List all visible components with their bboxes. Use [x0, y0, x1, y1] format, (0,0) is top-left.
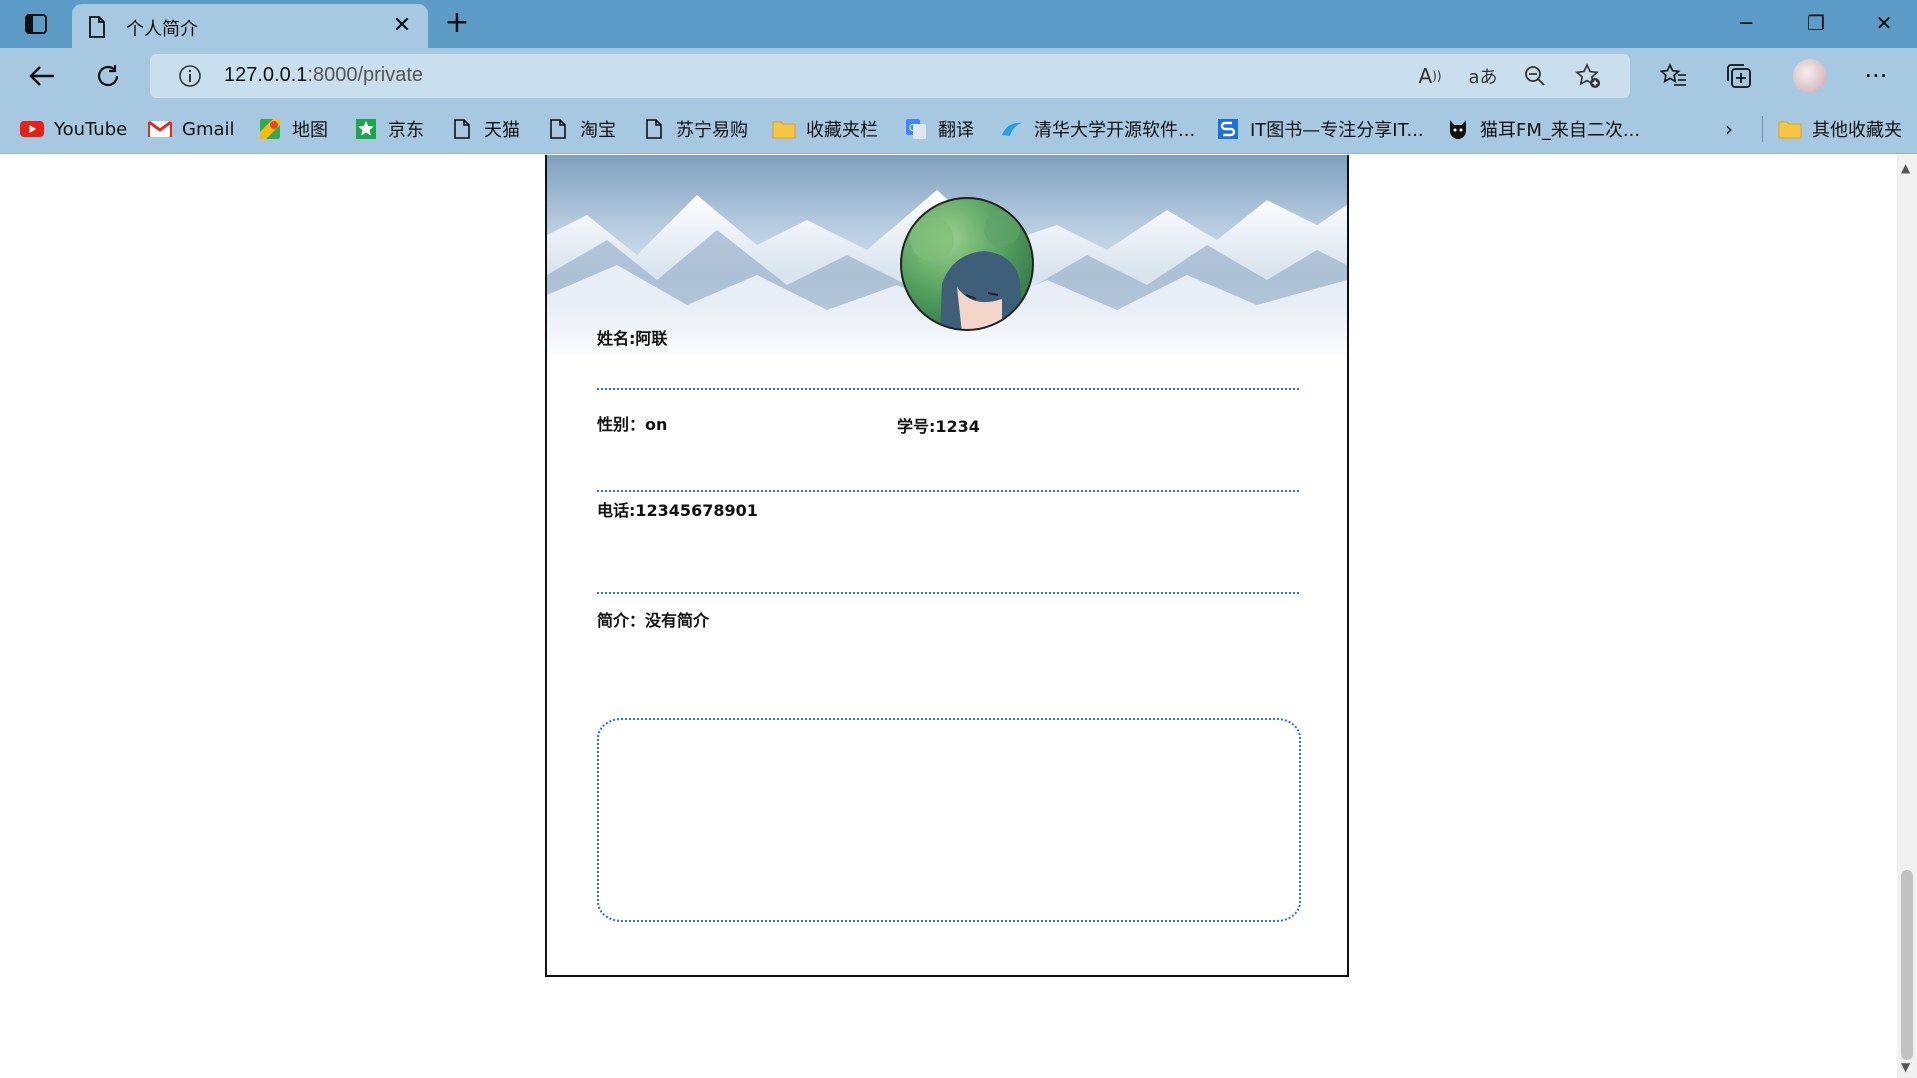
restore-button[interactable]: ❐: [1785, 0, 1847, 48]
url-host: 127.0.0.1: [224, 64, 308, 86]
bookmark-label: 苏宁易购: [676, 120, 748, 141]
back-button[interactable]: [22, 58, 62, 94]
itbook-icon: [1216, 118, 1240, 140]
close-tab-icon[interactable]: ✕: [388, 12, 416, 40]
bookmark-label: 其他收藏夹: [1812, 120, 1902, 141]
divider-3: [597, 592, 1299, 594]
bookmark-translate[interactable]: G 翻译: [904, 114, 974, 144]
url-text[interactable]: 127.0.0.1:8000/private: [224, 64, 423, 87]
tab-actions-button[interactable]: [18, 10, 54, 38]
bookmark-label: 天猫: [484, 120, 520, 141]
folder-icon: [1778, 118, 1802, 140]
bookmark-label: 地图: [292, 120, 328, 141]
gender-field: 性别：on: [597, 415, 668, 434]
bookmark-itbook[interactable]: IT图书—专注分享IT...: [1216, 114, 1424, 144]
scrollbar-thumb[interactable]: [1901, 870, 1913, 1060]
bookmark-taobao[interactable]: 淘宝: [546, 114, 616, 144]
toolbar: 127.0.0.1:8000/private A)) aあ ···: [0, 48, 1917, 104]
scroll-down-icon[interactable]: ▼: [1901, 1060, 1910, 1074]
bookmark-favorites-bar-folder[interactable]: 收藏夹栏: [772, 114, 878, 144]
tab-bar: 个人简介 ✕ + ─ ❐ ✕: [0, 0, 1917, 48]
bookmark-label: 清华大学开源软件...: [1034, 120, 1196, 141]
bookmark-youtube[interactable]: YouTube: [20, 114, 127, 144]
bookmark-label: 京东: [388, 120, 424, 141]
bookmark-label: 翻译: [938, 120, 974, 141]
translate-icon: G: [904, 118, 928, 140]
vertical-scrollbar[interactable]: ▲ ▼: [1897, 155, 1917, 1078]
page-icon: [546, 118, 570, 140]
tab-title: 个人简介: [126, 19, 198, 40]
gmail-icon: [148, 118, 172, 140]
profile-card: 姓名:阿联 性别：on 学号:1234 电话:12345678901 简介：没有…: [545, 155, 1349, 977]
bookmarks-divider: [1762, 116, 1763, 142]
more-bookmarks-chevron-icon[interactable]: ›: [1725, 114, 1733, 144]
url-path: :8000/private: [307, 64, 424, 86]
bookmark-label: 猫耳FM_来自二次...: [1480, 120, 1641, 141]
bookmark-maps[interactable]: 地图: [258, 114, 328, 144]
maps-icon: [258, 118, 282, 140]
intro-field: 简介：没有简介: [597, 611, 710, 630]
zoom-out-icon[interactable]: [1520, 63, 1550, 89]
other-favorites-folder[interactable]: 其他收藏夹: [1778, 114, 1902, 144]
bookmark-label: IT图书—专注分享IT...: [1250, 120, 1424, 141]
collections-icon: [1727, 64, 1751, 88]
read-aloud-icon[interactable]: A)): [1415, 63, 1445, 89]
address-bar[interactable]: 127.0.0.1:8000/private A)) aあ: [150, 54, 1630, 98]
phone-field: 电话:12345678901: [597, 501, 758, 520]
intro-textarea[interactable]: [597, 718, 1301, 922]
page-viewport: 姓名:阿联 性别：on 学号:1234 电话:12345678901 简介：没有…: [0, 155, 1897, 1078]
add-favorite-icon[interactable]: [1573, 63, 1603, 89]
bookmark-label: 收藏夹栏: [806, 120, 878, 141]
back-arrow-icon: [29, 66, 54, 86]
svg-text:G: G: [909, 123, 917, 134]
favorites-button[interactable]: [1654, 58, 1694, 94]
name-field: 姓名:阿联: [597, 329, 668, 348]
jd-icon: [354, 118, 378, 140]
folder-icon: [772, 118, 796, 140]
active-tab[interactable]: 个人简介 ✕: [72, 4, 428, 48]
minimize-button[interactable]: ─: [1715, 0, 1777, 48]
collections-button[interactable]: [1719, 58, 1759, 94]
bookmark-jd[interactable]: 京东: [354, 114, 424, 144]
bookmark-gmail[interactable]: Gmail: [148, 114, 235, 144]
bookmark-tsinghua-mirror[interactable]: 清华大学开源软件...: [1000, 114, 1195, 144]
bookmark-label: Gmail: [182, 118, 235, 140]
bookmark-tmall[interactable]: 天猫: [450, 114, 520, 144]
tab-actions-icon: [25, 14, 47, 34]
refresh-icon: [97, 65, 119, 87]
divider-1: [597, 388, 1299, 390]
page-icon: [89, 16, 105, 38]
page-icon: [450, 118, 474, 140]
profile-button[interactable]: [1790, 58, 1830, 94]
tsinghua-icon: [1000, 118, 1024, 140]
bookmark-suning[interactable]: 苏宁易购: [642, 114, 748, 144]
student-id-field: 学号:1234: [897, 417, 980, 436]
page-icon: [642, 118, 666, 140]
youtube-icon: [20, 118, 44, 140]
new-tab-button[interactable]: +: [440, 8, 474, 40]
bookmark-label: YouTube: [54, 118, 128, 140]
bookmark-label: 淘宝: [580, 120, 616, 141]
divider-2: [597, 490, 1299, 492]
profile-photo: [900, 197, 1034, 331]
bookmark-missevan[interactable]: 猫耳FM_来自二次...: [1446, 114, 1640, 144]
profile-avatar: [1793, 59, 1827, 93]
refresh-button[interactable]: [88, 58, 128, 94]
translate-page-icon[interactable]: aあ: [1468, 63, 1498, 89]
more-options-icon[interactable]: ···: [1856, 58, 1896, 94]
favorites-icon: [1660, 63, 1686, 86]
close-window-button[interactable]: ✕: [1853, 0, 1915, 48]
missevan-icon: [1446, 118, 1470, 140]
bookmarks-bar: YouTube Gmail 地图 京东 天猫 淘宝 苏宁易购 收藏夹栏 G 翻译…: [0, 104, 1917, 154]
info-icon[interactable]: [178, 64, 202, 88]
scroll-up-icon[interactable]: ▲: [1901, 161, 1910, 175]
